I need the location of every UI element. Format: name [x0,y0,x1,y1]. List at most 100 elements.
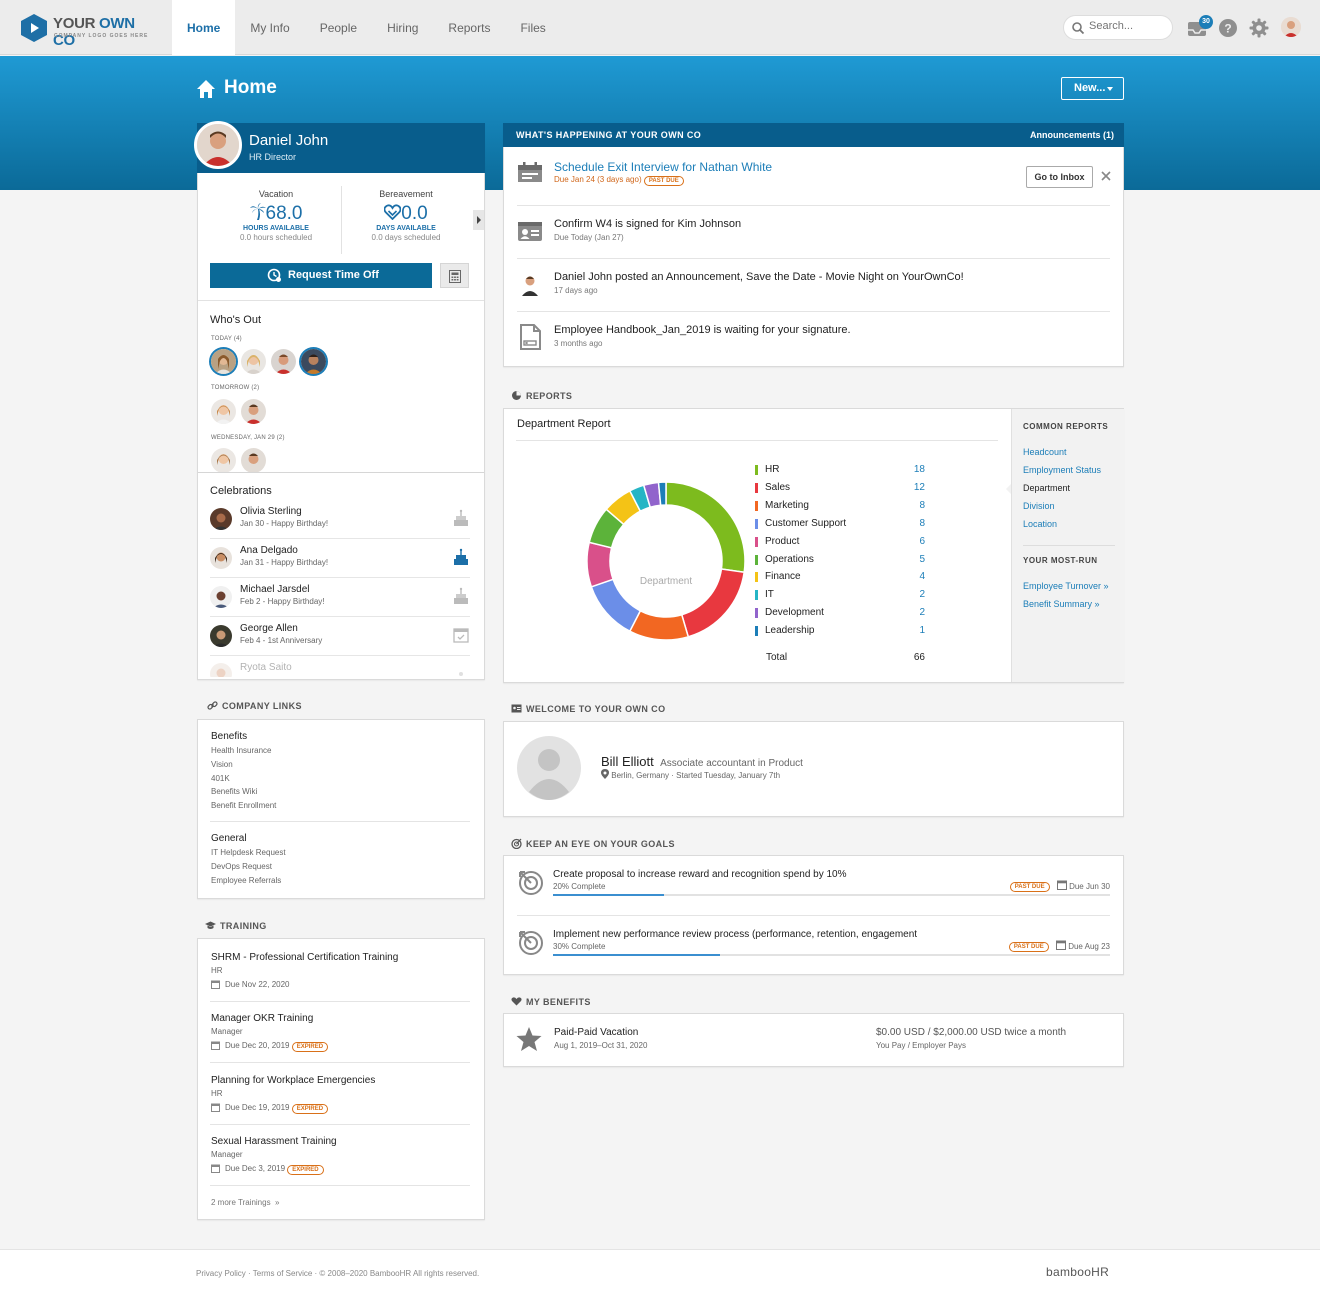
donut-slice-hr[interactable] [665,481,746,574]
tab-hiring[interactable]: Hiring [372,0,433,55]
legend-row[interactable]: Sales 12 [755,482,925,494]
legend-row[interactable]: Operations 5 [755,554,925,566]
whos-out-avatar[interactable] [241,399,266,424]
celebration-separator [210,577,470,578]
company-link[interactable]: Vision [211,760,233,769]
celebration-item[interactable]: Olivia Sterling Jan 30 - Happy Birthday! [210,503,470,542]
profile-photo[interactable] [194,121,242,169]
legend-value[interactable]: 18 [914,464,925,475]
tab-home[interactable]: Home [172,0,236,55]
training-item-title[interactable]: Planning for Workplace Emergencies [211,1075,375,1086]
search-box[interactable] [1063,15,1173,40]
avatar-image [1281,17,1301,37]
legend-row[interactable]: Leadership 1 [755,625,925,637]
gear-icon[interactable] [1248,17,1270,39]
report-link-headcount[interactable]: Headcount [1023,447,1067,457]
whos-out-avatar[interactable] [301,349,326,374]
whos-out-avatar[interactable] [211,448,236,473]
past-due-badge: PAST DUE [1008,942,1049,952]
company-logo[interactable]: YOUR OWN CO COMPANY LOGO GOES HERE [20,13,160,49]
pto-bereavement[interactable]: Bereavement 0.0 DAYS AVAILABLE 0.0 days … [341,189,471,242]
profile-name[interactable]: Daniel John [249,132,328,149]
go-to-inbox-button[interactable]: Go to Inbox [1026,166,1093,188]
help-icon[interactable]: ? [1217,17,1239,39]
footer-legal-text[interactable]: Privacy Policy · Terms of Service · © 20… [196,1269,479,1278]
happening-item-title[interactable]: Daniel John posted an Announcement, Save… [554,271,964,283]
goal-title[interactable]: Implement new performance review process… [553,929,917,940]
legend-value[interactable]: 1 [919,625,925,636]
report-link-department[interactable]: Department [1023,483,1070,493]
new-hire-avatar-placeholder[interactable] [517,736,581,800]
report-link-employee-turnover[interactable]: Employee Turnover » [1023,581,1109,591]
report-link-location[interactable]: Location [1023,519,1057,529]
goal-progress-bar [553,954,1110,956]
report-link-employment-status[interactable]: Employment Status [1023,465,1101,475]
legend-value[interactable]: 8 [919,518,925,529]
legend-row[interactable]: Finance 4 [755,571,925,583]
goal-item[interactable]: Implement new performance review process… [517,929,1110,969]
department-donut-chart[interactable]: Department [584,479,748,643]
tab-people[interactable]: People [305,0,372,55]
avatar[interactable] [1281,17,1301,37]
happening-item-title[interactable]: Confirm W4 is signed for Kim Johnson [554,218,741,230]
donut-slice-product[interactable] [586,541,615,588]
legend-row[interactable]: Development 2 [755,607,925,619]
company-link[interactable]: Employee Referrals [211,876,281,885]
celebration-item[interactable]: Ryota Saito [210,659,470,677]
company-link[interactable]: Benefits Wiki [211,787,257,796]
legend-value[interactable]: 8 [919,500,925,511]
pto-next-arrow[interactable] [473,210,484,230]
tab-my-info[interactable]: My Info [235,0,304,55]
training-item-title[interactable]: SHRM - Professional Certification Traini… [211,952,398,963]
more-trainings-link[interactable]: 2 more Trainings » [211,1198,280,1207]
goal-item[interactable]: Create proposal to increase reward and r… [517,869,1110,909]
legend-value[interactable]: 4 [919,571,925,582]
happening-item-title[interactable]: Employee Handbook_Jan_2019 is waiting fo… [554,324,851,336]
bamboohr-logo[interactable]: bambooHR [1046,1265,1109,1279]
legend-row[interactable]: Customer Support 8 [755,518,925,530]
legend-row[interactable]: Product 6 [755,536,925,548]
donut-slice-customer-support[interactable] [590,578,642,633]
legend-value[interactable]: 6 [919,536,925,547]
goal-title[interactable]: Create proposal to increase reward and r… [553,869,847,880]
new-hire-name[interactable]: Bill Elliott [601,754,654,769]
company-link[interactable]: 401K [211,774,230,783]
company-link[interactable]: DevOps Request [211,862,272,871]
new-button[interactable]: New... [1061,77,1124,100]
celebration-item[interactable]: Ana Delgado Jan 31 - Happy Birthday! [210,542,470,581]
whos-out-avatar[interactable] [241,448,266,473]
company-link[interactable]: Benefit Enrollment [211,801,276,810]
celebration-item[interactable]: George Allen Feb 4 - 1st Anniversary [210,620,470,659]
tab-files[interactable]: Files [505,0,560,55]
announcements-link[interactable]: Announcements (1) [1030,130,1114,140]
company-link[interactable]: IT Helpdesk Request [211,848,286,857]
happening-item-title[interactable]: Schedule Exit Interview for Nathan White [554,160,772,174]
benefit-name[interactable]: Paid-Paid Vacation [554,1027,638,1038]
whos-out-avatar[interactable] [241,349,266,374]
legend-value[interactable]: 2 [919,607,925,618]
whos-out-avatar[interactable] [211,349,236,374]
training-item-title[interactable]: Sexual Harassment Training [211,1136,337,1147]
whos-out-avatar[interactable] [271,349,296,374]
legend-row[interactable]: HR 18 [755,464,925,476]
legend-value[interactable]: 2 [919,589,925,600]
report-link-division[interactable]: Division [1023,501,1055,511]
celebration-separator [210,616,470,617]
search-input[interactable] [1089,20,1169,32]
calculator-button[interactable] [440,263,469,288]
donut-slice-leadership[interactable] [657,481,667,507]
whos-out-avatar[interactable] [211,399,236,424]
company-link[interactable]: Health Insurance [211,746,271,755]
celebration-detail: Jan 31 - Happy Birthday! [240,558,329,567]
close-icon[interactable] [1100,170,1112,182]
legend-value[interactable]: 12 [914,482,925,493]
legend-row[interactable]: IT 2 [755,589,925,601]
tab-reports[interactable]: Reports [433,0,505,55]
request-time-off-button[interactable]: Request Time Off [210,263,432,288]
celebration-item[interactable]: Michael Jarsdel Feb 2 - Happy Birthday! [210,581,470,620]
legend-row[interactable]: Marketing 8 [755,500,925,512]
legend-value[interactable]: 5 [919,554,925,565]
training-item-title[interactable]: Manager OKR Training [211,1013,313,1024]
report-link-benefit-summary[interactable]: Benefit Summary » [1023,599,1100,609]
pto-vacation[interactable]: Vacation 68.0 HOURS AVAILABLE 0.0 hours … [211,189,341,242]
